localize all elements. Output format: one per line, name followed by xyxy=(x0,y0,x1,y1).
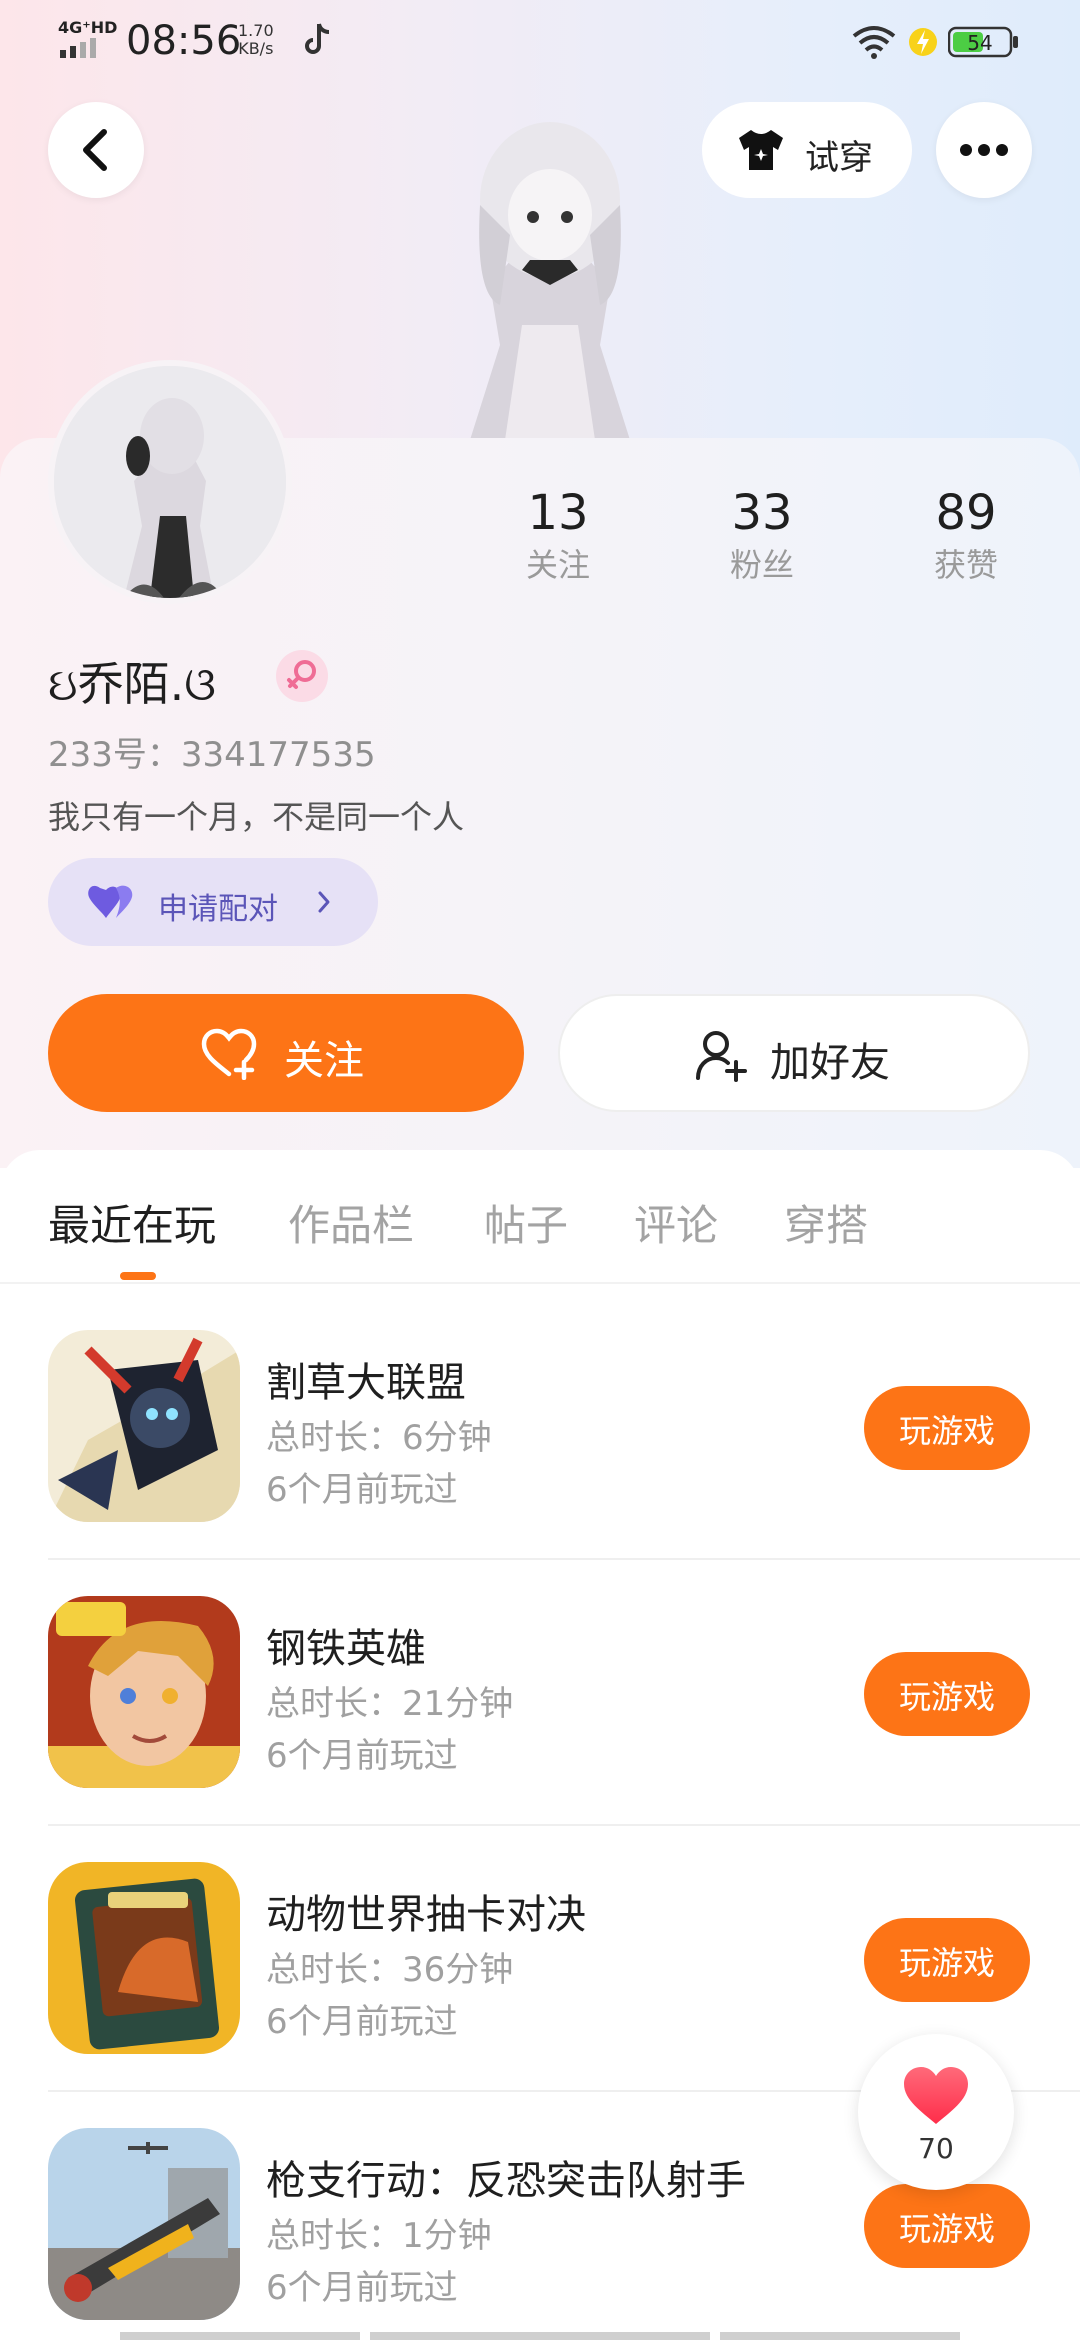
bottom-scroll-indicator xyxy=(120,2332,960,2340)
request-match-label: 申请配对 xyxy=(158,892,278,927)
game-last-played: 6个月前玩过 xyxy=(266,2002,458,2042)
game-duration: 总时长：6分钟 xyxy=(266,1418,492,1458)
more-options-button[interactable] xyxy=(936,102,1032,198)
charging-icon xyxy=(909,28,937,56)
game-icon-art xyxy=(48,1596,240,1788)
game-icon xyxy=(48,2128,240,2320)
add-friend-label: 加好友 xyxy=(770,1040,890,1086)
female-symbol-icon xyxy=(287,660,316,689)
signal-icon xyxy=(60,38,96,58)
status-bar: 4G⁺HD 08:56 1.70 KB/s 54 xyxy=(0,0,1080,90)
double-heart-icon xyxy=(88,885,133,918)
game-icon-art xyxy=(48,1330,240,1522)
game-duration: 总时长：21分钟 xyxy=(266,1684,514,1724)
play-game-button[interactable]: 玩游戏 xyxy=(864,2184,1030,2268)
svg-text:54: 54 xyxy=(967,31,992,55)
stat-value: 89 xyxy=(935,485,997,541)
avatar[interactable] xyxy=(48,360,292,604)
back-button[interactable] xyxy=(48,102,144,198)
tshirt-icon xyxy=(739,130,783,170)
game-icon xyxy=(48,1596,240,1788)
game-duration: 总时长：1分钟 xyxy=(266,2216,492,2256)
add-friend-button[interactable]: 加好友 xyxy=(558,994,1030,1112)
tab-posts[interactable]: 帖子 xyxy=(484,1192,568,1253)
heart-plus-icon xyxy=(201,1028,257,1080)
play-game-button[interactable]: 玩游戏 xyxy=(864,1386,1030,1470)
avatar-image xyxy=(54,366,286,598)
stat-label: 关注 xyxy=(525,546,590,584)
game-name: 枪支行动：反恐突击队射手 xyxy=(266,2158,746,2204)
tiktok-icon xyxy=(305,23,330,54)
add-user-icon xyxy=(696,1031,747,1082)
list-divider xyxy=(48,1824,1080,1826)
wifi-icon xyxy=(852,26,896,59)
stat-followers[interactable]: 33 粉丝 xyxy=(682,483,842,587)
game-icon-art xyxy=(48,1862,240,2054)
battery-icon: 54 xyxy=(947,26,1018,58)
try-on-button[interactable]: 试穿 xyxy=(702,102,912,198)
play-game-label: 玩游戏 xyxy=(898,1944,995,1982)
game-icon xyxy=(48,1862,240,2054)
game-duration: 总时长：36分钟 xyxy=(266,1950,514,1990)
play-game-button[interactable]: 玩游戏 xyxy=(864,1652,1030,1736)
active-tab-indicator xyxy=(120,1272,156,1280)
tab-works[interactable]: 作品栏 xyxy=(288,1192,414,1253)
avatar-character-image xyxy=(470,122,630,440)
chevron-right-icon xyxy=(318,891,330,913)
follow-label: 关注 xyxy=(284,1038,364,1084)
game-last-played: 6个月前玩过 xyxy=(266,1470,458,1510)
tab-recently-played[interactable]: 最近在玩 xyxy=(48,1192,216,1253)
game-last-played: 6个月前玩过 xyxy=(266,2268,458,2308)
battery-indicator: 54 xyxy=(947,26,1020,58)
nickname: ઇ乔陌.ଓ xyxy=(48,657,216,711)
list-divider xyxy=(48,1558,1080,1560)
like-button[interactable]: 70 xyxy=(858,2034,1014,2190)
stat-likes[interactable]: 89 获赞 xyxy=(886,483,1046,587)
heart-icon xyxy=(904,2067,968,2124)
gender-female-icon xyxy=(276,650,328,702)
play-game-label: 玩游戏 xyxy=(898,2210,995,2248)
tab-outfits[interactable]: 穿搭 xyxy=(784,1192,868,1253)
game-icon xyxy=(48,1330,240,1522)
stat-value: 33 xyxy=(731,485,793,541)
stat-value: 13 xyxy=(527,485,589,541)
like-count: 70 xyxy=(918,2132,954,2165)
stat-label: 粉丝 xyxy=(729,546,794,584)
play-game-label: 玩游戏 xyxy=(898,1678,995,1716)
network-type: 4G⁺HD xyxy=(58,18,118,37)
tab-divider xyxy=(0,1282,1080,1284)
play-game-label: 玩游戏 xyxy=(898,1412,995,1450)
request-match-button[interactable]: 申请配对 xyxy=(48,858,378,946)
game-name: 割草大联盟 xyxy=(266,1360,466,1406)
stat-label: 获赞 xyxy=(933,546,998,584)
game-icon-art xyxy=(48,2128,240,2320)
list-item[interactable]: 割草大联盟 总时长：6分钟 6个月前玩过 玩游戏 xyxy=(48,1330,1080,1560)
user-id: 233号：334177535 xyxy=(48,735,376,775)
game-last-played: 6个月前玩过 xyxy=(266,1736,458,1776)
list-item[interactable]: 钢铁英雄 总时长：21分钟 6个月前玩过 玩游戏 xyxy=(48,1596,1080,1826)
chevron-left-icon xyxy=(83,129,107,171)
bio: 我只有一个月，不是同一个人 xyxy=(48,798,465,836)
try-on-label: 试穿 xyxy=(805,138,873,178)
game-name: 钢铁英雄 xyxy=(266,1626,426,1672)
more-horizontal-icon xyxy=(960,144,1008,156)
clock: 08:56 xyxy=(126,18,242,64)
follow-button[interactable]: 关注 xyxy=(48,994,524,1112)
stat-following[interactable]: 13 关注 xyxy=(478,483,638,587)
game-name: 动物世界抽卡对决 xyxy=(266,1892,586,1938)
network-speed: 1.70 KB/s xyxy=(238,21,274,58)
play-game-button[interactable]: 玩游戏 xyxy=(864,1918,1030,2002)
tab-comments[interactable]: 评论 xyxy=(634,1192,718,1253)
